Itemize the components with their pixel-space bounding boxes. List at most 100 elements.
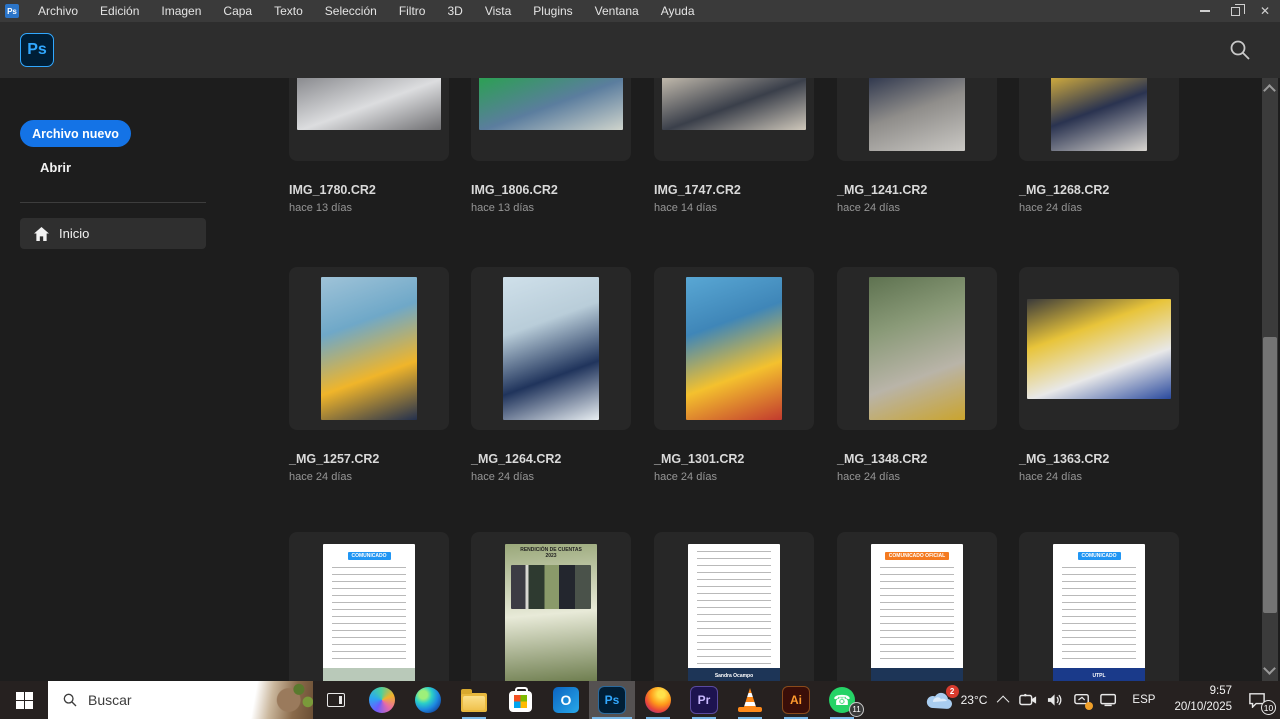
recent-file-card[interactable]: COMUNICADOUTPL: [1019, 532, 1179, 681]
recent-file-card[interactable]: IMG_1806.CR2 hace 13 días: [471, 78, 631, 214]
close-button[interactable]: ✕: [1250, 0, 1280, 22]
recent-file-card[interactable]: COMUNICADO: [289, 532, 449, 681]
taskbar-app-copilot[interactable]: [359, 681, 405, 719]
hidden-icons-button[interactable]: [995, 681, 1014, 719]
recent-file-card[interactable]: Sandra Ocampo: [654, 532, 814, 681]
premiere-icon: Pr: [691, 687, 717, 713]
file-thumbnail: COMUNICADO OFICIAL: [837, 532, 997, 681]
file-name: _MG_1264.CR2: [471, 452, 631, 466]
menu-item-edición[interactable]: Edición: [89, 0, 150, 22]
thumbnail-image: [479, 78, 623, 130]
menu-item-ventana[interactable]: Ventana: [584, 0, 650, 22]
sidebar-item-home[interactable]: Inicio: [20, 218, 206, 249]
recent-file-card[interactable]: RENDICIÓN DE CUENTAS 2023: [471, 532, 631, 681]
speaker-icon: [1047, 693, 1064, 707]
new-file-button[interactable]: Archivo nuevo: [20, 120, 131, 147]
file-name: _MG_1257.CR2: [289, 452, 449, 466]
home-content: Archivo nuevo Abrir Inicio IMG_1780.CR2 …: [0, 78, 1280, 681]
menu-item-plugins[interactable]: Plugins: [522, 0, 583, 22]
open-button[interactable]: Abrir: [40, 160, 71, 175]
search-box-sloth-image[interactable]: [249, 681, 313, 719]
tray-app-button[interactable]: [1069, 681, 1095, 719]
scrollbar-thumb[interactable]: [1263, 337, 1277, 613]
taskbar-app-premiere[interactable]: Pr: [681, 681, 727, 719]
thumbnail-image: [869, 78, 965, 151]
recent-file-card[interactable]: IMG_1747.CR2 hace 14 días: [654, 78, 814, 214]
menu-item-capa[interactable]: Capa: [212, 0, 263, 22]
taskbar-app-whatsapp[interactable]: 11: [819, 681, 865, 719]
file-name: IMG_1747.CR2: [654, 183, 814, 197]
taskbar-app-edge[interactable]: [405, 681, 451, 719]
restore-button[interactable]: [1220, 0, 1250, 22]
taskbar-app-firefox[interactable]: [635, 681, 681, 719]
recent-file-card[interactable]: IMG_1780.CR2 hace 13 días: [289, 78, 449, 214]
chevron-up-icon[interactable]: [1263, 84, 1276, 97]
doc-text-lines: [332, 564, 406, 664]
menu-item-filtro[interactable]: Filtro: [388, 0, 437, 22]
file-name: _MG_1363.CR2: [1019, 452, 1179, 466]
taskbar-app-file-explorer[interactable]: [451, 681, 497, 719]
weather-button[interactable]: 2: [919, 681, 959, 719]
recent-file-card[interactable]: _MG_1268.CR2 hace 24 días: [1019, 78, 1179, 214]
thumbnail-image: [686, 277, 782, 420]
thumbnail-image: RENDICIÓN DE CUENTAS 2023: [505, 544, 597, 682]
menu-item-vista[interactable]: Vista: [474, 0, 522, 22]
temperature-label[interactable]: 23°C: [959, 693, 996, 707]
file-age: hace 13 días: [471, 202, 631, 214]
language-indicator[interactable]: ESP: [1123, 694, 1164, 706]
network-monitor-icon: [1100, 693, 1118, 707]
scrollbar[interactable]: [1262, 78, 1278, 681]
file-age: hace 24 días: [1019, 202, 1179, 214]
minimize-icon: [1200, 10, 1210, 12]
file-age: hace 24 días: [289, 471, 449, 483]
taskbar-app-outlook[interactable]: O: [543, 681, 589, 719]
thumbnail-image: COMUNICADO: [323, 544, 415, 682]
menu-item-selección[interactable]: Selección: [314, 0, 388, 22]
file-thumbnail: [289, 78, 449, 161]
menu-item-imagen[interactable]: Imagen: [150, 0, 212, 22]
start-button[interactable]: [0, 681, 48, 719]
thumbnail-image: [662, 78, 806, 130]
chevron-down-icon[interactable]: [1263, 662, 1276, 675]
taskbar-app-photoshop[interactable]: Ps: [589, 681, 635, 719]
menu-item-archivo[interactable]: Archivo: [27, 0, 89, 22]
illustrator-icon: Ai: [783, 687, 809, 713]
edge-icon: [415, 687, 441, 713]
menu-items: ArchivoEdiciónImagenCapaTextoSelecciónFi…: [27, 0, 706, 22]
recent-file-card[interactable]: _MG_1257.CR2 hace 24 días: [289, 267, 449, 483]
file-age: hace 24 días: [837, 471, 997, 483]
recent-file-card[interactable]: COMUNICADO OFICIAL: [837, 532, 997, 681]
recent-file-card[interactable]: _MG_1241.CR2 hace 24 días: [837, 78, 997, 214]
taskbar-search-box[interactable]: Buscar: [48, 681, 313, 719]
recent-file-card[interactable]: _MG_1301.CR2 hace 24 días: [654, 267, 814, 483]
file-thumbnail: [654, 267, 814, 430]
file-age: hace 14 días: [654, 202, 814, 214]
file-name: _MG_1301.CR2: [654, 452, 814, 466]
sidebar-item-label: Inicio: [59, 226, 89, 241]
notification-center-button[interactable]: 10: [1242, 681, 1280, 719]
menu-item-3d[interactable]: 3D: [436, 0, 473, 22]
doc-footer: UTPL: [1053, 668, 1145, 682]
camera-icon: [1019, 693, 1037, 707]
taskbar-app-vlc[interactable]: [727, 681, 773, 719]
volume-button[interactable]: [1042, 681, 1069, 719]
file-thumbnail: [654, 78, 814, 161]
minimize-button[interactable]: [1190, 0, 1220, 22]
recent-file-card[interactable]: _MG_1363.CR2 hace 24 días: [1019, 267, 1179, 483]
taskbar-app-illustrator[interactable]: Ai: [773, 681, 819, 719]
menu-item-ayuda[interactable]: Ayuda: [650, 0, 706, 22]
file-name: IMG_1780.CR2: [289, 183, 449, 197]
file-name: _MG_1241.CR2: [837, 183, 997, 197]
file-age: hace 24 días: [471, 471, 631, 483]
meet-now-button[interactable]: [1014, 681, 1042, 719]
file-age: hace 24 días: [837, 202, 997, 214]
recent-file-card[interactable]: _MG_1264.CR2 hace 24 días: [471, 267, 631, 483]
task-view-button[interactable]: [313, 681, 359, 719]
network-button[interactable]: [1095, 681, 1123, 719]
thumbnail-image: [1051, 78, 1147, 151]
taskbar-app-microsoft-store[interactable]: [497, 681, 543, 719]
taskbar-clock[interactable]: 9:57 20/10/2025: [1164, 684, 1242, 715]
menu-item-texto[interactable]: Texto: [263, 0, 314, 22]
search-icon[interactable]: [1228, 38, 1252, 62]
recent-file-card[interactable]: _MG_1348.CR2 hace 24 días: [837, 267, 997, 483]
